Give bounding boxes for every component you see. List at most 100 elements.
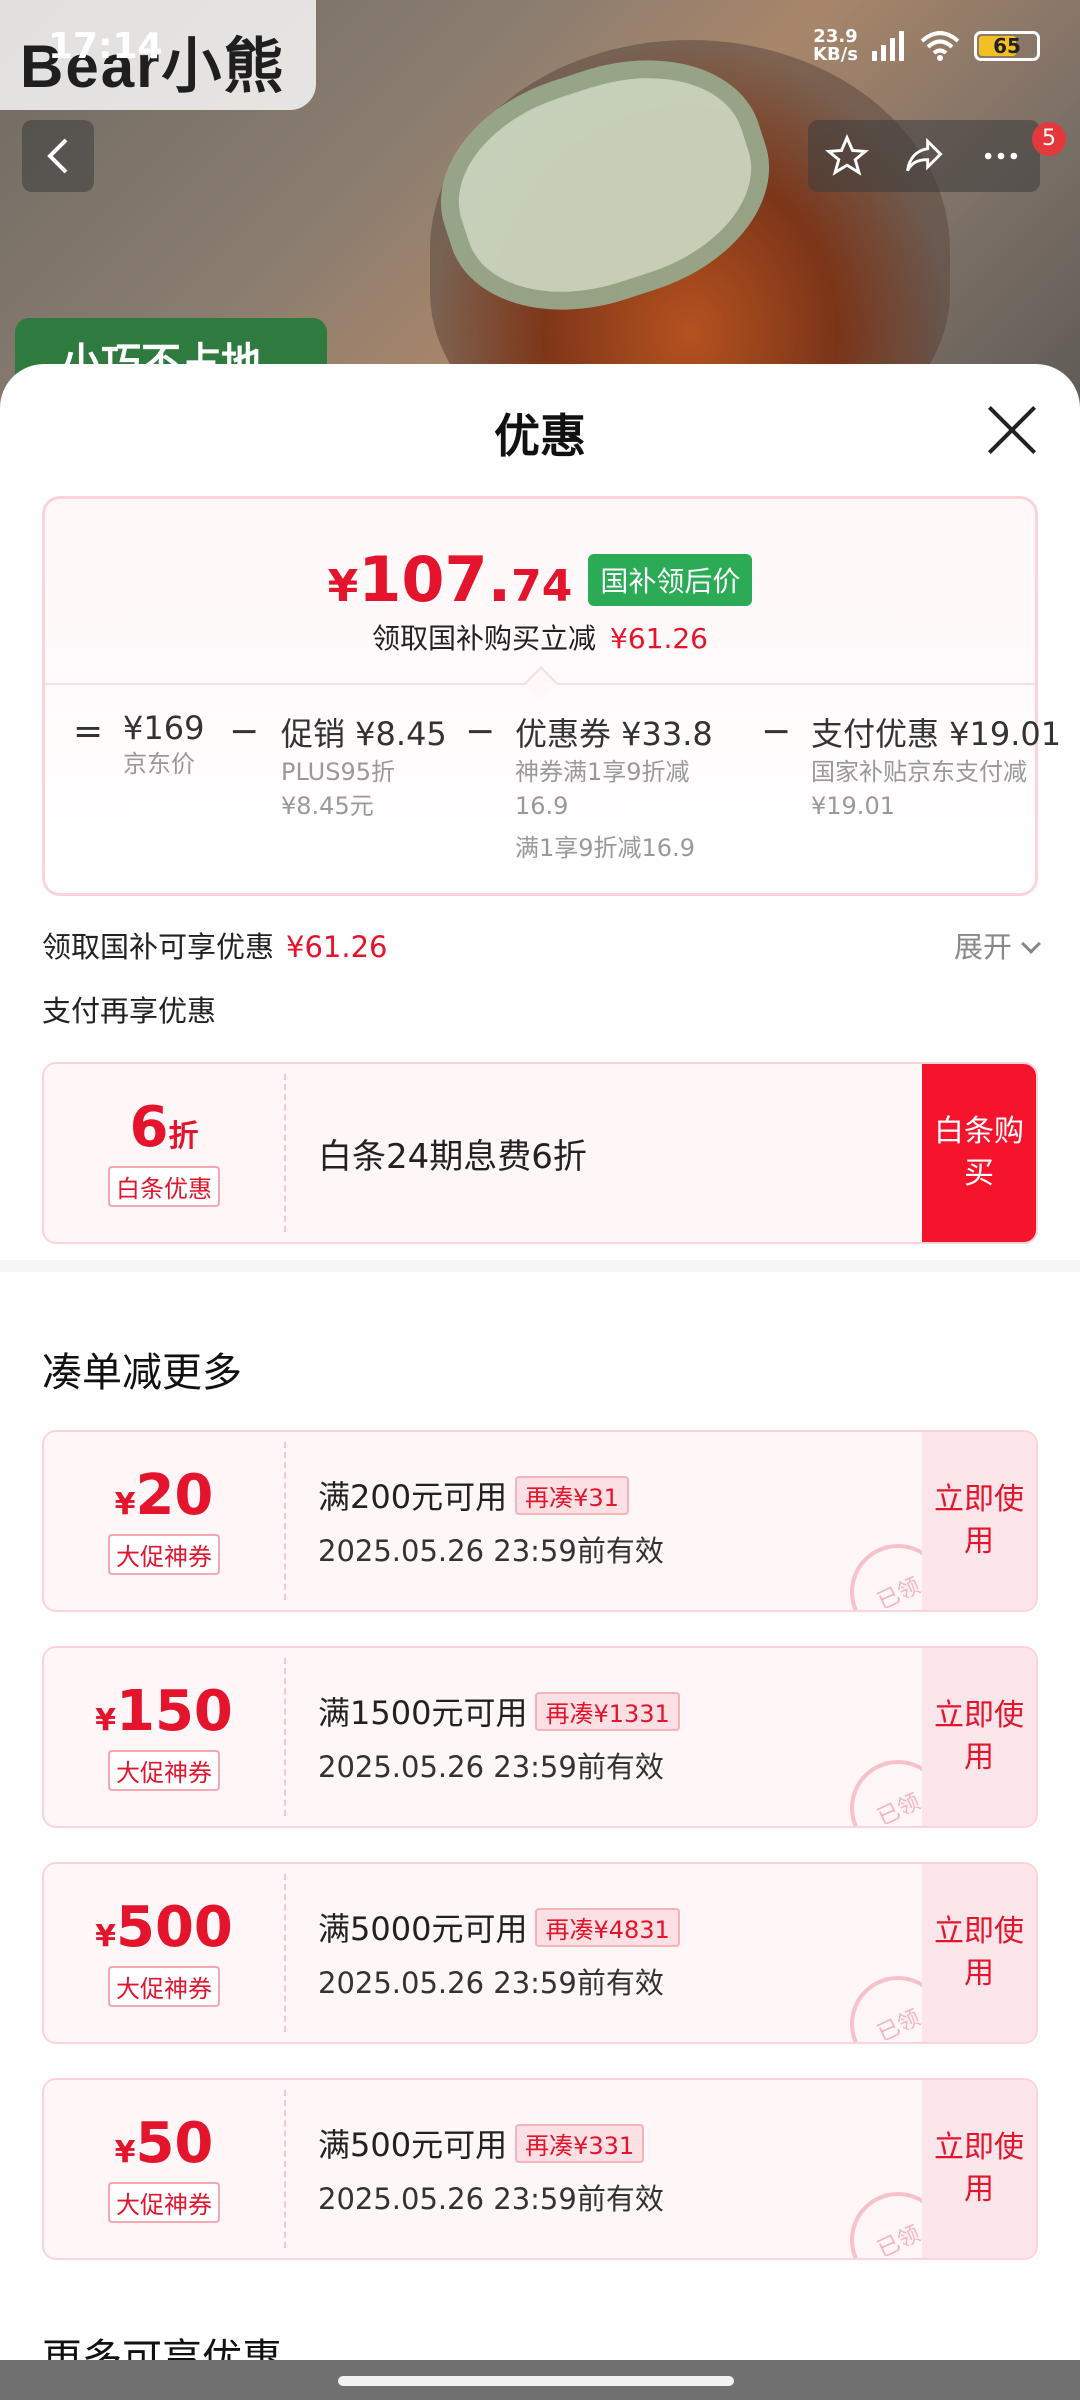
star-icon[interactable]: [824, 134, 869, 178]
home-indicator[interactable]: [0, 2360, 1080, 2400]
use-coupon-button[interactable]: 立即使用: [922, 2080, 1036, 2258]
breakdown-sub: 京东价: [123, 750, 195, 778]
coupon-gap-chip: 再凑¥1331: [535, 1691, 680, 1731]
coupon-currency: ¥: [114, 2134, 136, 2170]
coupon-tag: 大促神券: [108, 1965, 220, 2007]
coupon-gap-chip: 再凑¥4831: [535, 1907, 680, 1947]
use-coupon-button[interactable]: 立即使用: [922, 1432, 1036, 1610]
baitiao-number: 6: [129, 1094, 169, 1160]
breakdown-sub: PLUS95折: [281, 758, 395, 786]
price-subtitle: 领取国补购买立减 ¥61.26: [45, 617, 1035, 657]
breakdown-sub: 16.9: [515, 792, 569, 820]
sheet-title: 优惠: [494, 409, 586, 463]
coupon-currency: ¥: [114, 1486, 136, 1522]
coupon-expiry: 2025.05.26 23:59前有效: [318, 2182, 664, 2216]
share-icon[interactable]: [902, 134, 946, 178]
coupon-value-block: ¥150 大促神券: [44, 1648, 284, 1826]
coupon-card: ¥150 大促神券 满1500元可用 再凑¥1331 2025.05.26 23:…: [42, 1646, 1038, 1828]
breakdown-sub: 满1享9折减16.9: [515, 834, 695, 862]
close-icon[interactable]: [984, 402, 1040, 458]
breakdown-sub: ¥8.45元: [281, 792, 374, 820]
dashed-separator: [284, 2090, 286, 2248]
breakdown-item: ¥169 京东价: [123, 709, 204, 781]
breakdown-head: 支付优惠 ¥19.01: [811, 715, 1062, 753]
breakdown-sub: 国家补贴京东支付减: [811, 758, 1027, 786]
coupon-info: 满500元可用 再凑¥331 2025.05.26 23:59前有效: [318, 2080, 664, 2258]
dashed-separator: [284, 1658, 286, 1816]
coupon-card: ¥50 大促神券 满500元可用 再凑¥331 2025.05.26 23:59前…: [42, 2078, 1038, 2260]
wifi-icon: [920, 31, 960, 61]
minus-sign: −: [761, 711, 792, 752]
expand-label: 展开: [953, 930, 1012, 964]
coupon-gap-chip: 再凑¥331: [515, 2123, 645, 2163]
status-icons: 23.9 KB/s 65: [813, 28, 1040, 64]
coupon-condition-line: 满1500元可用 再凑¥1331: [318, 1688, 680, 1734]
coupon-value: ¥50: [114, 2115, 214, 2172]
baitiao-desc: 白条24期息费6折: [318, 1136, 587, 1177]
coupon-condition-line: 满500元可用 再凑¥331: [318, 2120, 664, 2166]
coupon-amount: 50: [135, 2110, 214, 2176]
signal-icon: [872, 31, 904, 61]
price-currency: ¥: [327, 561, 359, 612]
pointer-arrow: [524, 666, 558, 700]
more-icon[interactable]: [979, 134, 1023, 178]
use-coupon-button[interactable]: 立即使用: [922, 1864, 1036, 2042]
breakdown-sub: 神券满1享9折减: [515, 758, 690, 786]
chevron-left-icon: [47, 138, 68, 174]
coupon-condition: 满200元可用: [318, 1478, 508, 1516]
final-price: ¥ 107. 74 国补领后价: [45, 543, 1035, 616]
dashed-separator: [284, 1074, 286, 1232]
expand-button[interactable]: 展开: [953, 924, 1041, 966]
coupon-currency: ¥: [95, 1702, 116, 1738]
section-gap: [0, 1260, 1080, 1272]
coupon-currency: ¥: [95, 1918, 116, 1954]
subsidy-row: 领取国补可享优惠 ¥61.26: [42, 924, 388, 966]
dashed-separator: [284, 1442, 286, 1600]
coupon-condition: 满5000元可用: [318, 1910, 528, 1948]
baitiao-unit: 折: [168, 1118, 199, 1154]
coupon-condition: 满500元可用: [318, 2126, 508, 2164]
dashed-separator: [284, 1874, 286, 2032]
coupon-info: 满5000元可用 再凑¥4831 2025.05.26 23:59前有效: [318, 1864, 680, 2042]
battery-icon: 65: [974, 31, 1040, 61]
battery-level: 65: [993, 34, 1021, 58]
status-bar: 17:14 23.9 KB/s 65: [0, 0, 1080, 100]
coupon-tag: 大促神券: [108, 1533, 220, 1575]
coupon-value-block: ¥20 大促神券: [44, 1432, 284, 1610]
price-integer: 107.: [358, 543, 512, 616]
coupon-card: ¥20 大促神券 满200元可用 再凑¥31 2025.05.26 23:59前有…: [42, 1430, 1038, 1612]
baitiao-card[interactable]: 6折 白条优惠 白条24期息费6折 白条购买: [42, 1062, 1038, 1244]
bundle-section-title: 凑单减更多: [42, 1350, 242, 1396]
back-button[interactable]: [22, 120, 94, 192]
coupon-condition-line: 满200元可用 再凑¥31: [318, 1472, 664, 1518]
coupon-amount: 500: [115, 1894, 233, 1960]
breakdown-item: 促销 ¥8.45 PLUS95折 ¥8.45元: [281, 709, 447, 823]
minus-sign: −: [465, 711, 496, 752]
coupon-value-block: ¥500 大促神券: [44, 1864, 284, 2042]
price-sub-value: ¥61.26: [610, 622, 708, 655]
breakdown-head: ¥169: [123, 709, 205, 747]
breakdown-sub: ¥19.01: [811, 792, 895, 820]
message-badge: 5: [1032, 122, 1066, 156]
coupon-tag: 大促神券: [108, 2181, 220, 2223]
coupon-info: 满200元可用 再凑¥31 2025.05.26 23:59前有效: [318, 1432, 664, 1610]
top-action-group: [808, 120, 1040, 192]
breakdown-head: 促销 ¥8.45: [281, 715, 447, 753]
use-coupon-button[interactable]: 立即使用: [922, 1648, 1036, 1826]
baitiao-buy-button[interactable]: 白条购买: [922, 1064, 1036, 1242]
baitiao-value-block: 6折 白条优惠: [44, 1064, 284, 1242]
baitiao-tag: 白条优惠: [108, 1165, 220, 1207]
subsidy-label: 领取国补可享优惠: [42, 930, 275, 964]
coupon-card: ¥500 大促神券 满5000元可用 再凑¥4831 2025.05.26 23:…: [42, 1862, 1038, 2044]
status-time: 17:14: [48, 26, 163, 67]
baitiao-desc-block: 白条24期息费6折: [318, 1064, 587, 1242]
coupon-value-block: ¥50 大促神券: [44, 2080, 284, 2258]
discount-sheet: 优惠 ¥ 107. 74 国补领后价 领取国补购买立减 ¥61.26 = ¥169…: [0, 364, 1080, 2400]
coupon-condition: 满1500元可用: [318, 1694, 528, 1732]
breakdown-item: 支付优惠 ¥19.01 国家补贴京东支付减 ¥19.01: [811, 709, 1062, 823]
price-card: ¥ 107. 74 国补领后价 领取国补购买立减 ¥61.26 = ¥169 京东…: [42, 496, 1062, 896]
coupon-gap-chip: 再凑¥31: [515, 1475, 629, 1515]
price-sub-label: 领取国补购买立减: [372, 622, 597, 655]
home-bar[interactable]: [338, 2376, 734, 2386]
subsidy-value: ¥61.26: [286, 930, 388, 964]
